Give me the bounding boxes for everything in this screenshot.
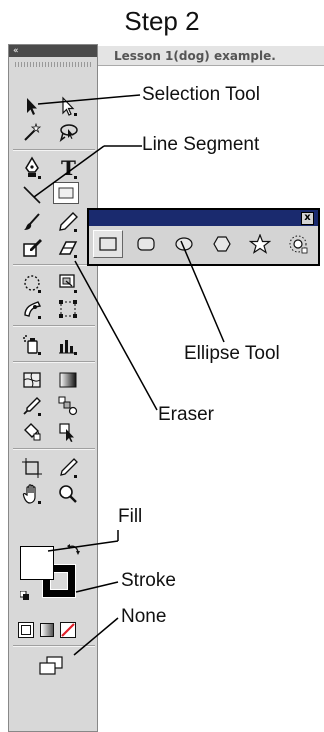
ellipse-tool-label: Ellipse Tool: [184, 343, 280, 364]
none-label: None: [121, 606, 167, 627]
line-segment-callout-line: [33, 145, 105, 198]
line-segment-label: Line Segment: [142, 134, 260, 155]
stroke-label: Stroke: [121, 570, 176, 591]
ellipse-tool-callout-line: [180, 240, 225, 343]
stroke-callout-line: [75, 581, 119, 593]
fill-callout-line: [47, 540, 119, 552]
fill-label: Fill: [118, 506, 143, 527]
selection-tool-label: Selection Tool: [142, 84, 260, 105]
eraser-callout-line: [74, 260, 158, 411]
eraser-label: Eraser: [158, 404, 214, 425]
selection-tool-callout-line: [37, 94, 141, 105]
none-callout-line: [73, 617, 119, 656]
